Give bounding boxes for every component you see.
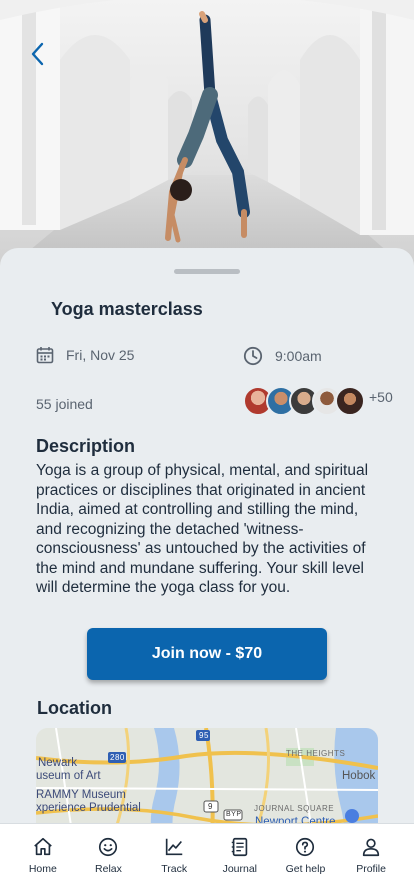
attendee-avatars[interactable]: +50 xyxy=(243,386,393,416)
location-heading: Location xyxy=(37,698,112,718)
event-title: Yoga masterclass xyxy=(51,299,203,319)
map-label-journal-square: JOURNAL SQUARE xyxy=(254,804,335,813)
route-95-label: 95 xyxy=(199,731,209,740)
event-detail-sheet: Yoga masterclass Fri, Nov 25 9:00am 55 j… xyxy=(0,248,414,858)
event-time: 9:00am xyxy=(243,346,322,366)
back-button[interactable] xyxy=(30,42,60,76)
map-label-newark: Newark xyxy=(38,757,77,769)
nav-home-label: Home xyxy=(28,863,57,875)
bottom-nav: Home Relax Track Journal Get help Profil… xyxy=(0,823,414,896)
map-label-grammy: RAMMY Museum xyxy=(36,789,126,801)
help-icon xyxy=(296,837,315,857)
nav-relax-label: Relax xyxy=(95,863,122,875)
yoga-photo-illustration xyxy=(0,0,414,275)
map-label-museum: useum of Art xyxy=(36,770,101,782)
nav-journal-label: Journal xyxy=(222,863,258,875)
map-label-heights: THE HEIGHTS xyxy=(286,749,346,758)
event-date-text: Fri, Nov 25 xyxy=(66,347,135,363)
person-icon xyxy=(362,838,380,857)
map-label-prudential: xperience Prudential xyxy=(36,802,141,814)
event-detail-screen: Yoga masterclass Fri, Nov 25 9:00am 55 j… xyxy=(0,0,414,896)
nav-relax[interactable]: Relax xyxy=(78,824,138,896)
map-label-hoboken: Hobok xyxy=(342,770,376,782)
nav-track-label: Track xyxy=(161,863,188,875)
smile-icon xyxy=(99,837,118,857)
description-text: Yoga is a group of physical, mental, and… xyxy=(36,462,369,596)
calendar-icon xyxy=(36,347,54,364)
route-280-label: 280 xyxy=(110,753,125,762)
route-9-label: 9 xyxy=(208,802,213,811)
hero-yoga-photo xyxy=(0,0,414,275)
nav-profile-label: Profile xyxy=(356,863,386,875)
avatar xyxy=(335,386,365,416)
join-now-button[interactable]: Join now - $70 xyxy=(87,628,327,680)
description-heading: Description xyxy=(36,436,136,456)
joined-count: 55 joined xyxy=(36,396,93,412)
home-icon xyxy=(34,837,52,856)
event-date: Fri, Nov 25 xyxy=(36,346,134,364)
more-attendees-count: +50 xyxy=(369,389,393,405)
journal-icon xyxy=(231,837,248,857)
chart-icon xyxy=(165,838,183,856)
chevron-left-icon xyxy=(31,42,44,66)
clock-icon xyxy=(243,346,263,366)
event-time-text: 9:00am xyxy=(275,348,322,364)
nav-home[interactable]: Home xyxy=(13,824,73,896)
route-byp-label: BYP xyxy=(226,811,242,818)
sheet-drag-handle[interactable] xyxy=(174,269,240,274)
nav-journal[interactable]: Journal xyxy=(210,824,270,896)
nav-get-help[interactable]: Get help xyxy=(275,824,335,896)
nav-get-help-label: Get help xyxy=(285,863,326,875)
nav-profile[interactable]: Profile xyxy=(341,824,401,896)
nav-track[interactable]: Track xyxy=(144,824,204,896)
